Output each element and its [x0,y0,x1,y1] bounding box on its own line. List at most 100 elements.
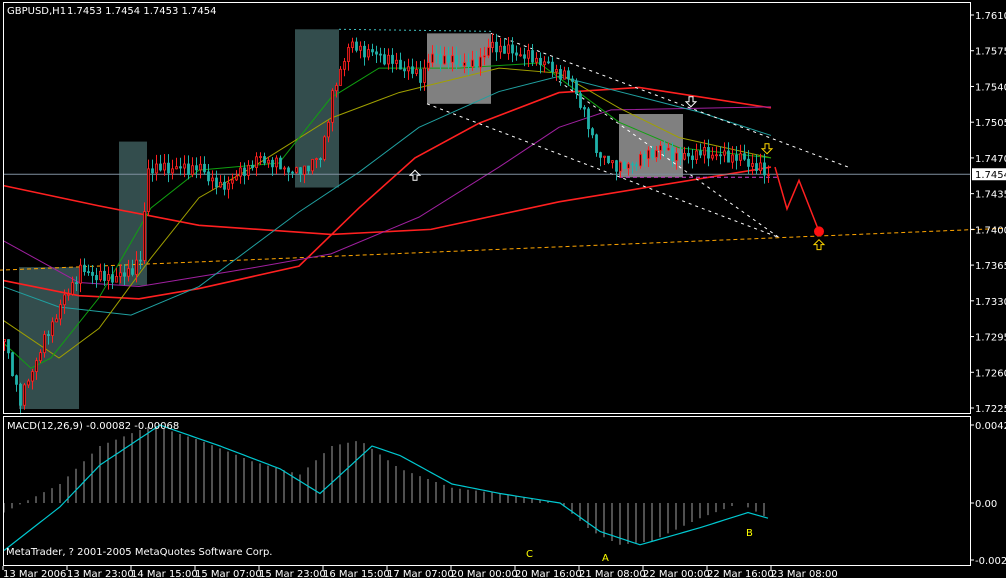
candle-body [47,334,50,336]
candle [599,151,602,167]
candle [195,157,198,179]
price-axis[interactable]: 1.7610 1.7575 1.7540 1.7505 1.7470 1.7435 1.74… [971,11,1006,415]
candle [407,58,410,80]
time-axis[interactable]: 13 Mar 2006 13 Mar 23:0014 Mar 15:0015 Ma… [2,566,838,578]
candle-body [99,270,102,281]
candle-body [235,175,238,181]
candle-body [207,171,210,182]
candle [15,374,18,392]
candle [499,37,502,59]
orange-level-line [0,227,1004,271]
candle-body [327,121,330,138]
candle-body [227,182,230,190]
candle-body [723,150,726,156]
candle [607,155,610,165]
candle [231,173,234,190]
candle-body [251,164,254,168]
candle-body [639,153,642,167]
macd-tick-label: 0.00422 [975,421,1006,432]
candle-body [751,163,754,167]
candle-body [711,154,714,159]
candle [583,105,586,118]
candle-body [539,57,542,66]
candle-body [283,167,286,170]
candle [263,152,266,166]
candle-body [603,155,606,158]
candle-body [515,52,518,56]
candle-body [715,154,718,157]
candle [171,159,174,180]
candle-body [659,145,662,151]
candle-body [727,150,730,163]
candle-body [139,259,142,262]
candle [491,33,494,53]
macd-signal-line [3,424,769,551]
wave-label-b: B [746,528,753,539]
current-price-label: 1.7454 [975,170,1006,181]
price-tick-label: 1.7260 [975,368,1006,379]
candle-body [407,66,410,72]
candle-body [151,168,154,174]
candle [219,175,222,188]
candle-body [231,179,234,184]
candle [699,143,702,159]
candle [111,266,114,289]
time-tick-label: 20 Mar 16:00 [515,569,582,578]
candle-body [279,157,282,170]
candle-body [115,275,118,283]
candle-body [487,47,490,57]
candle [207,164,210,186]
price-tick-label: 1.7225 [975,404,1006,415]
ma-teal-line [2,75,772,316]
candle-body [699,150,702,156]
candle-body [323,136,326,160]
candle [399,52,402,70]
candle-body [655,150,658,158]
candle-body [583,107,586,110]
macd-pane[interactable] [3,416,971,566]
candle [239,162,242,184]
candle [495,33,498,61]
candle [175,157,178,170]
gbpusd-chart[interactable]: GBPUSD,H1 1.7453 1.7454 1.7453 1.7454 1.… [0,0,1006,578]
candle-body [375,51,378,55]
candle-body [575,81,578,95]
candle-body [359,45,362,51]
candle-body [379,53,382,56]
candle-body [547,61,550,64]
candle [279,155,282,170]
candle-body [495,41,498,53]
candle-body [551,61,554,73]
candle-body [107,274,110,281]
candle-body [79,264,82,284]
candle [523,47,526,67]
candle-body [463,62,466,67]
candle [519,47,522,57]
candle-body [339,68,342,86]
macd-axis: 0.00422 0.00 -0.0029 [971,421,1006,567]
candle-body [431,53,434,64]
candle-body [55,318,58,323]
candle [143,202,146,264]
candle-body [527,50,530,59]
candle [347,43,350,71]
time-tick-label: 22 Mar 16:00 [707,569,774,578]
candle [323,135,326,162]
candle [247,160,250,180]
candle [503,38,506,54]
ma-olive-line [2,67,772,359]
candle-body [71,282,74,295]
candle-body [563,70,566,80]
moving-averages [2,62,772,369]
candle-body [159,163,162,171]
candle-body [535,57,538,63]
candle-body [507,44,510,54]
candle-body [479,56,482,68]
candle [403,61,406,79]
price-pane[interactable] [0,2,1004,415]
candle-body [683,152,686,160]
candle-body [555,69,558,73]
candle [387,48,390,70]
candle-body [111,274,114,283]
candle [591,127,594,139]
